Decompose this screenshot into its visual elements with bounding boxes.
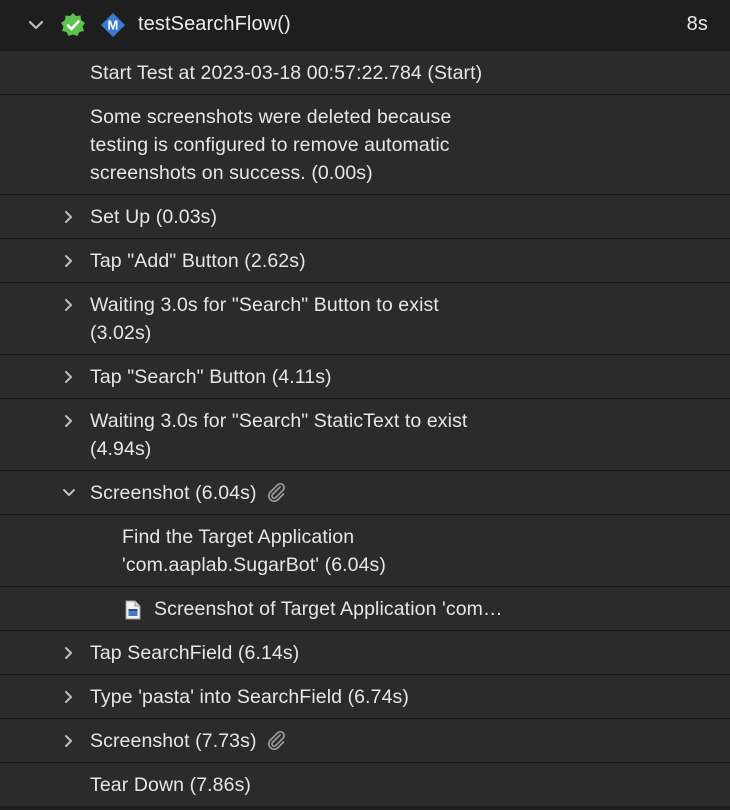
chevron-down-icon[interactable] — [26, 15, 46, 35]
activity-label-line: Type 'pasta' into SearchField (6.74s) — [90, 686, 409, 708]
activity-row[interactable]: Tap "Add" Button (2.62s) — [0, 238, 730, 282]
activity-row[interactable]: Waiting 3.0s for "Search" StaticText to … — [0, 398, 730, 470]
activity-label: Waiting 3.0s for "Search" StaticText to … — [90, 407, 467, 463]
activity-row[interactable]: Tap "Search" Button (4.11s) — [0, 354, 730, 398]
activity-row[interactable]: Type 'pasta' into SearchField (6.74s) — [0, 674, 730, 718]
chevron-right-icon[interactable] — [61, 645, 77, 661]
activity-row[interactable]: Screenshot (7.73s) — [0, 718, 730, 762]
activity-row: Tear Down (7.86s) — [0, 762, 730, 806]
activity-label: Tap SearchField (6.14s) — [90, 639, 299, 667]
activity-row[interactable]: Waiting 3.0s for "Search" Button to exis… — [0, 282, 730, 354]
activity-row: Start Test at 2023-03-18 00:57:22.784 (S… — [0, 50, 730, 94]
activity-label: Waiting 3.0s for "Search" Button to exis… — [90, 291, 439, 347]
activity-label: Some screenshots were deleted because tes… — [90, 103, 451, 187]
activity-row[interactable]: Tap SearchField (6.14s) — [0, 630, 730, 674]
chevron-right-icon[interactable] — [61, 209, 77, 225]
activity-label-line: Waiting 3.0s for "Search" Button to exis… — [90, 294, 439, 316]
activity-label: Type 'pasta' into SearchField (6.74s) — [90, 683, 409, 711]
test-duration: 8s — [686, 13, 708, 35]
activity-row: Find the Target Application 'com.aaplab.S… — [0, 514, 730, 586]
activity-label-text: Screenshot (6.04s) — [90, 482, 257, 504]
chevron-right-icon[interactable] — [61, 413, 77, 429]
activity-label: Screenshot (7.73s) — [90, 727, 287, 755]
paperclip-icon[interactable] — [265, 730, 287, 750]
activity-label: Tap "Search" Button (4.11s) — [90, 363, 332, 391]
chevron-right-icon[interactable] — [61, 297, 77, 313]
activity-row: Screenshot of Target Application 'com… — [0, 586, 730, 630]
activity-label-line: (4.94s) — [90, 438, 152, 460]
activity-row: Some screenshots were deleted because tes… — [0, 94, 730, 194]
document-icon — [125, 600, 141, 620]
activity-label-line: Tap "Add" Button (2.62s) — [90, 250, 306, 272]
activity-label-line: Tap "Search" Button (4.11s) — [90, 366, 332, 388]
test-header-row[interactable]: M testSearchFlow() 8s — [0, 0, 730, 50]
activity-label: Start Test at 2023-03-18 00:57:22.784 (S… — [90, 59, 482, 87]
activity-label-line: testing is configured to remove automati… — [90, 134, 450, 156]
activity-label-line: Screenshot (7.73s) — [90, 727, 287, 755]
method-badge-icon: M — [101, 13, 125, 37]
activity-row[interactable]: Screenshot (6.04s) — [0, 470, 730, 514]
activity-label: Tap "Add" Button (2.62s) — [90, 247, 306, 275]
activity-label-line: Screenshot of Target Application 'com… — [154, 598, 503, 620]
activity-label-line: Set Up (0.03s) — [90, 206, 218, 228]
activity-label-line: screenshots on success. (0.00s) — [90, 162, 373, 184]
paperclip-icon[interactable] — [265, 482, 287, 502]
svg-text:M: M — [108, 18, 119, 33]
activity-label-line: 'com.aaplab.SugarBot' (6.04s) — [122, 554, 386, 576]
chevron-down-icon[interactable] — [61, 485, 77, 501]
activity-label: Screenshot of Target Application 'com… — [154, 595, 503, 623]
activity-label-line: Some screenshots were deleted because — [90, 106, 452, 128]
activity-label-line: Tap SearchField (6.14s) — [90, 642, 300, 664]
activity-row[interactable]: Set Up (0.03s) — [0, 194, 730, 238]
activity-label-line: Tear Down (7.86s) — [90, 774, 252, 796]
test-name: testSearchFlow() — [138, 13, 291, 35]
activity-label-line: Waiting 3.0s for "Search" StaticText to … — [90, 410, 468, 432]
activity-label: Find the Target Application 'com.aaplab.S… — [122, 523, 386, 579]
activity-label: Tear Down (7.86s) — [90, 771, 251, 799]
activity-label-text: Screenshot (7.73s) — [90, 730, 257, 752]
chevron-right-icon[interactable] — [61, 369, 77, 385]
chevron-right-icon[interactable] — [61, 689, 77, 705]
activity-label: Screenshot (6.04s) — [90, 479, 287, 507]
activity-label-line: Find the Target Application — [122, 526, 355, 548]
activity-label-line: Screenshot (6.04s) — [90, 479, 287, 507]
activity-label-line: (3.02s) — [90, 322, 152, 344]
chevron-right-icon[interactable] — [61, 253, 77, 269]
checkmark-passed-icon — [61, 13, 85, 36]
activity-label: Set Up (0.03s) — [90, 203, 217, 231]
chevron-right-icon[interactable] — [61, 733, 77, 749]
activity-label-line: Start Test at 2023-03-18 00:57:22.784 (S… — [90, 62, 483, 84]
